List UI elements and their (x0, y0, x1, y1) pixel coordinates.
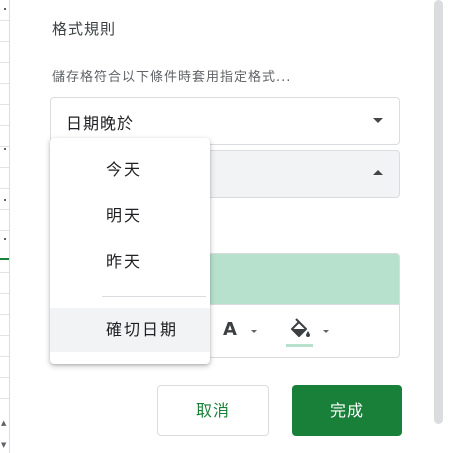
panel-scrollbar[interactable] (432, 0, 444, 453)
scrollbar-thumb[interactable] (434, 0, 443, 424)
scroll-down-arrow-icon[interactable]: ▼ (1, 442, 6, 449)
cancel-button[interactable]: 取消 (157, 385, 269, 436)
chevron-down-icon (323, 330, 329, 333)
condition-select-value: 日期晚於 (66, 114, 135, 133)
date-options-menu: 今天 明天 昨天 確切日期 (50, 138, 210, 364)
menu-item-yesterday[interactable]: 昨天 (50, 240, 210, 284)
text-color-button[interactable]: A (221, 319, 265, 345)
chevron-down-icon (251, 330, 257, 333)
sheet-grid-edge: ▲ ▼ (0, 0, 10, 453)
fill-color-swatch (286, 344, 313, 347)
condition-hint: 儲存格符合以下條件時套用指定格式... (52, 70, 292, 85)
text-color-icon: A (223, 319, 237, 340)
menu-item-tomorrow[interactable]: 明天 (50, 194, 210, 238)
chevron-up-icon (373, 170, 383, 175)
fill-color-button[interactable] (285, 317, 331, 347)
conditional-format-panel: ▲ ▼ 格式規則 儲存格符合以下條件時套用指定格式... 日期晚於 A 取消 完… (0, 0, 450, 453)
menu-item-today[interactable]: 今天 (50, 148, 210, 192)
section-title: 格式規則 (52, 20, 117, 38)
chevron-down-icon (373, 118, 383, 123)
menu-divider (102, 296, 206, 297)
scroll-up-arrow-icon[interactable]: ▲ (1, 420, 6, 427)
menu-item-exact-date[interactable]: 確切日期 (50, 308, 210, 352)
selected-cell-edge (0, 258, 9, 260)
fill-color-icon (291, 318, 310, 337)
done-button[interactable]: 完成 (292, 385, 402, 436)
